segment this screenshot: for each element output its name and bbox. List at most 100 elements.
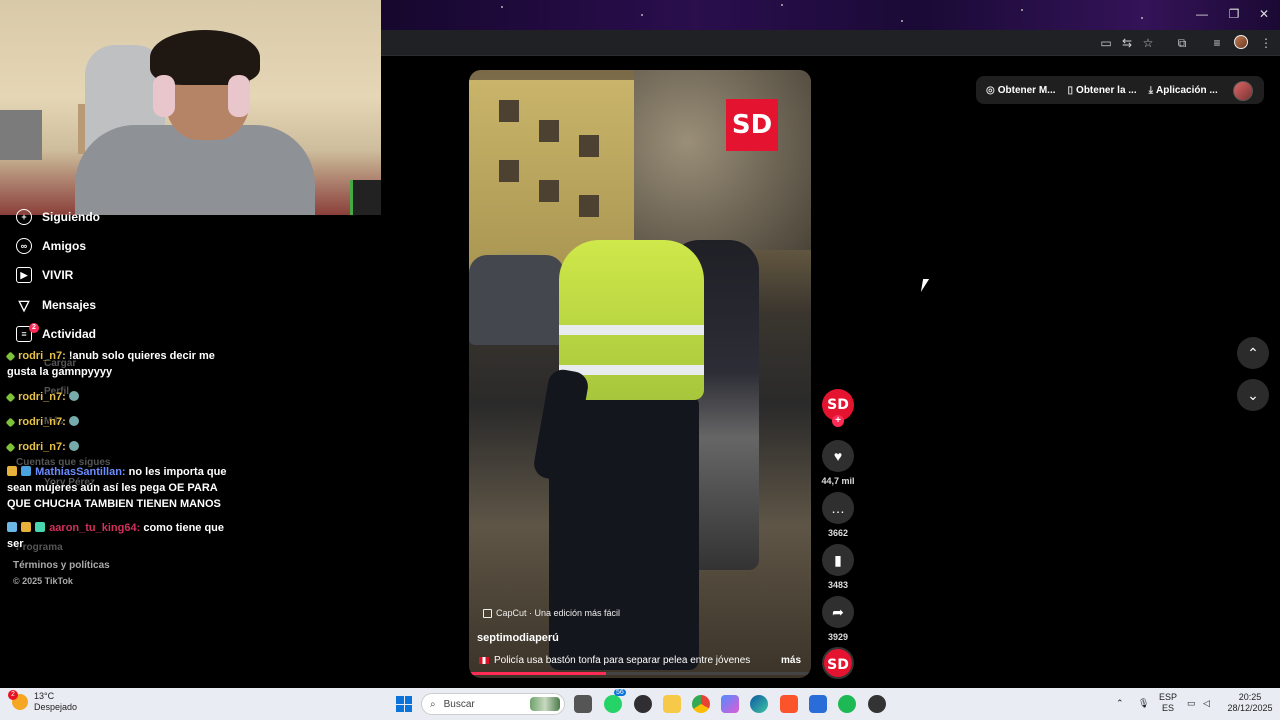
clock-date: 28/12/2025	[1227, 703, 1273, 713]
comment-button[interactable]: …	[822, 492, 854, 524]
search-highlight-image	[530, 697, 560, 711]
chat-message: rodri_n7: !anub solo quieres decir me gu…	[5, 348, 232, 380]
obs-icon[interactable]	[634, 695, 652, 713]
chat-username: rodri_n7:	[18, 441, 66, 453]
share-button[interactable]: ➦	[822, 596, 854, 628]
task-view-icon[interactable]	[574, 695, 592, 713]
browser-title-bar: — ❐ ✕	[381, 0, 1280, 30]
copyright-text: © 2025 TikTok	[13, 576, 73, 586]
search-placeholder: Buscar	[443, 698, 475, 710]
more-button[interactable]: más	[781, 655, 801, 666]
emote-icon	[68, 416, 79, 426]
edge-icon[interactable]	[750, 695, 768, 713]
activity-icon: ≡ 2	[16, 323, 39, 342]
video-description-text: Policía usa bastón tonfa para separar pe…	[494, 655, 751, 666]
get-app-button[interactable]: ▯ Obtener la ...	[1068, 85, 1137, 96]
next-video-button[interactable]: ⌄	[1237, 379, 1269, 411]
video-officer	[531, 230, 709, 670]
whatsapp-badge: 56	[614, 689, 626, 696]
terms-link[interactable]: Términos y políticas	[13, 560, 110, 571]
maximize-button[interactable]: ❐	[1219, 5, 1249, 23]
tray-chevron-icon[interactable]: ⌃	[1116, 698, 1124, 709]
webcam-monitor-edge	[350, 180, 381, 215]
following-icon: +	[16, 209, 32, 225]
whatsapp-icon[interactable]: 56	[604, 689, 626, 713]
sidebar-item-following[interactable]: + Siguiendo	[16, 206, 100, 228]
taskbar-search[interactable]: ⌕ Buscar	[421, 693, 565, 715]
clock[interactable]: 20:25 28/12/2025	[1224, 692, 1276, 714]
share-arrow-icon: ➦	[832, 604, 844, 620]
windows-taskbar: 2 13°C Despejado ⌕ Buscar 56 ⌃ 🎙 ESP ES …	[0, 688, 1280, 720]
webcam-overlay	[0, 0, 381, 215]
sidebar-item-friends[interactable]: ∞ Amigos	[16, 235, 86, 257]
windows-start-button[interactable]	[396, 696, 412, 712]
cast-icon[interactable]: ▭	[1097, 34, 1115, 52]
file-explorer-icon[interactable]	[663, 695, 681, 713]
diamond-emote-icon	[5, 417, 16, 428]
media-control-icon[interactable]: ≡	[1208, 34, 1226, 52]
sidebar-item-activity[interactable]: ≡ 2 Actividad	[16, 323, 96, 345]
chat-username: rodri_n7:	[18, 350, 66, 362]
sidebar-item-messages[interactable]: ▽ Mensajes	[16, 294, 96, 316]
follow-button[interactable]: +	[832, 415, 844, 427]
extensions-icon[interactable]: ⧉	[1173, 34, 1191, 52]
video-progress-fill	[469, 672, 606, 675]
video-progress-bar[interactable]	[469, 672, 811, 675]
network-icon[interactable]: ▭	[1187, 698, 1196, 709]
previous-video-button[interactable]: ⌃	[1237, 337, 1269, 369]
browser-menu-icon[interactable]: ⋮	[1257, 34, 1275, 52]
pill-label: Aplicación ...	[1156, 84, 1218, 96]
sidebar: Cargar Perfil Más Cuentas que sigues Yor…	[0, 209, 381, 688]
chat-message: rodri_n7:	[5, 389, 232, 405]
brave-icon[interactable]	[780, 695, 798, 713]
capcut-tag[interactable]: CapCut · Una edición más fácil	[483, 608, 620, 618]
chat-username: aaron_tu_king64:	[49, 522, 141, 534]
crown-emote-icon	[7, 466, 17, 476]
pill-label: Obtener M...	[997, 84, 1056, 96]
translate-icon[interactable]: ⇆	[1118, 34, 1136, 52]
share-count: 3929	[827, 632, 849, 642]
spotify-icon[interactable]	[838, 695, 856, 713]
sidebar-item-label: Siguiendo	[42, 210, 100, 224]
video-author[interactable]: septimodiaperú	[477, 632, 559, 644]
weather-widget[interactable]: 2 13°C Despejado	[8, 690, 77, 713]
sidebar-item-label: VIVIR	[42, 268, 74, 282]
browser-profile-avatar[interactable]	[1234, 35, 1248, 49]
coin-icon: ◎	[986, 84, 995, 96]
diamond-emote-icon	[5, 351, 16, 362]
chrome-icon[interactable]	[692, 695, 710, 713]
app-icon[interactable]	[868, 695, 886, 713]
minimize-button[interactable]: —	[1187, 5, 1217, 23]
bookmark-star-icon[interactable]: ☆	[1139, 34, 1157, 52]
pill-label: Obtener la ...	[1076, 84, 1137, 96]
close-window-button[interactable]: ✕	[1249, 5, 1279, 23]
capcut-label: CapCut · Una edición más fácil	[496, 608, 621, 618]
badge-emote-icon	[21, 466, 32, 476]
emote-icon	[68, 391, 79, 401]
search-icon: ⌕	[430, 698, 436, 710]
user-avatar[interactable]	[1233, 81, 1253, 101]
chat-username: rodri_n7:	[18, 391, 66, 403]
video-player[interactable]: SD CapCut · Una edición más fácil septim…	[469, 70, 811, 678]
save-button[interactable]: ▮	[822, 544, 854, 576]
volume-icon[interactable]: ◁	[1203, 698, 1210, 709]
store-icon[interactable]	[809, 695, 827, 713]
language-indicator[interactable]: ESP ES	[1158, 692, 1178, 714]
diamond-emote-icon	[5, 442, 16, 453]
phone-icon: ▯	[1067, 84, 1074, 96]
music-disc[interactable]: SD	[822, 647, 854, 679]
bookmark-icon: ▮	[834, 552, 842, 568]
weather-badge: 2	[8, 690, 18, 700]
chevron-down-icon: ⌄	[1247, 387, 1259, 403]
get-coins-button[interactable]: ◎ Obtener M...	[986, 85, 1056, 96]
video-description: Policía usa bastón tonfa para separar pe…	[479, 655, 750, 666]
microphone-icon[interactable]: 🎙	[1138, 698, 1149, 709]
like-button[interactable]: ♥	[822, 440, 854, 472]
copilot-icon[interactable]	[721, 695, 739, 713]
screen: — ❐ ✕ ▭ ⇆ ☆ ⧉ ≡ ⋮ Cargar Perfil Más Cuen…	[0, 0, 1280, 720]
clock-time: 20:25	[1238, 692, 1262, 702]
badge-emote-icon	[35, 522, 46, 532]
desktop-app-button[interactable]: ⤓ Aplicación ...	[1149, 85, 1218, 96]
emote-icon	[68, 441, 79, 451]
sidebar-item-live[interactable]: ▶ VIVIR	[16, 264, 73, 286]
